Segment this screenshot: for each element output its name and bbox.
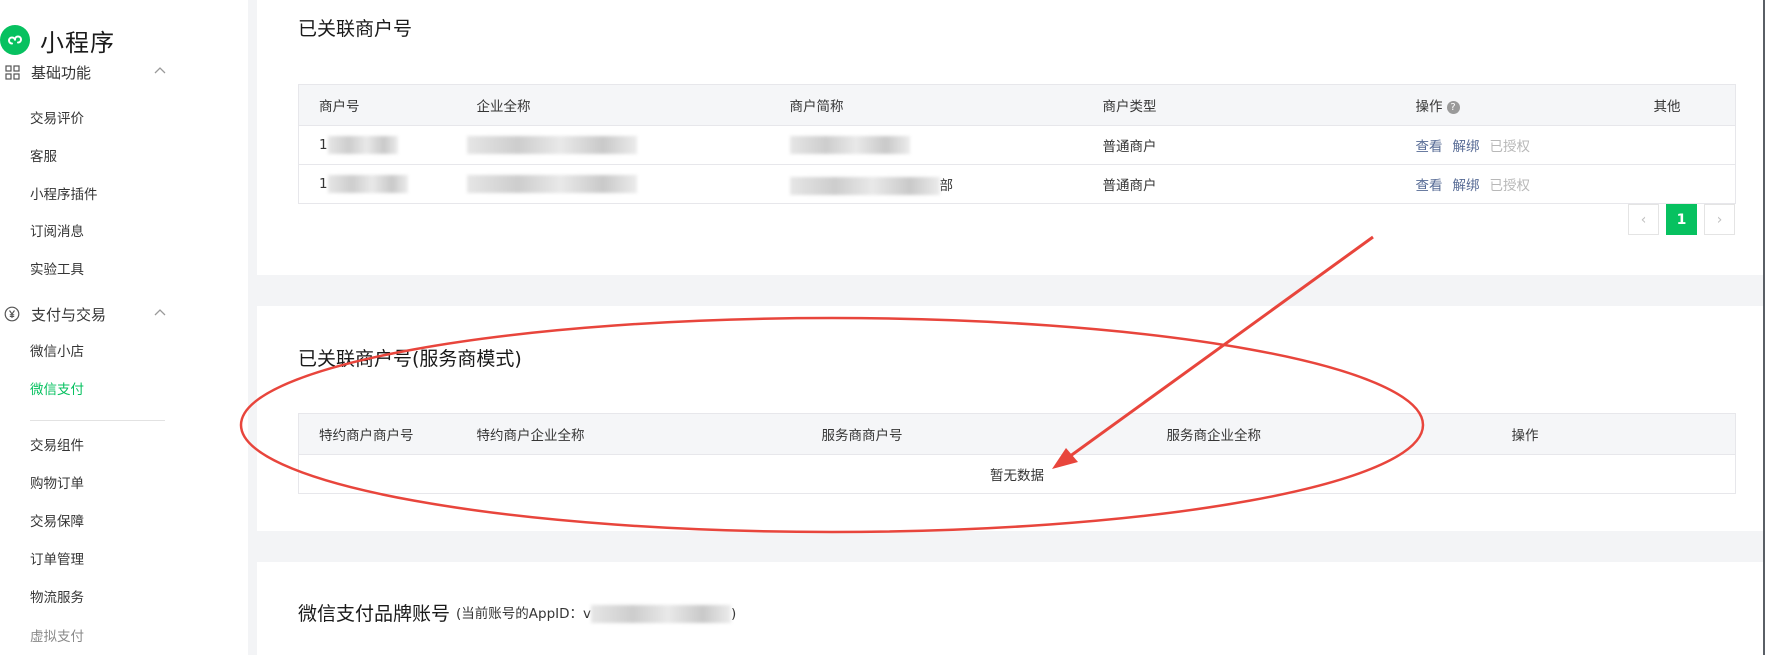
nav-group-label: 基础功能 bbox=[31, 63, 92, 82]
sidebar-item-virtual-payment[interactable]: 虚拟支付 bbox=[30, 627, 84, 647]
column-header: 企业全称 bbox=[456, 84, 770, 126]
column-header: 商户号 bbox=[298, 84, 457, 126]
prev-page-button[interactable]: ‹ bbox=[1628, 204, 1659, 235]
redacted-value bbox=[327, 175, 408, 193]
pagination: ‹ 1 › bbox=[1628, 204, 1735, 235]
appid-subtitle: (当前账号的AppID：v) bbox=[456, 602, 736, 623]
merchant-id-cell: 1 bbox=[298, 125, 457, 165]
redacted-value bbox=[466, 175, 637, 193]
sidebar-item-plugins[interactable]: 小程序插件 bbox=[30, 185, 98, 205]
nav-group-basic-functions[interactable]: 基础功能 bbox=[0, 60, 175, 84]
authorized-status: 已授权 bbox=[1489, 139, 1531, 155]
view-link[interactable]: 查看 bbox=[1416, 178, 1443, 194]
redacted-value bbox=[591, 605, 732, 623]
actions-cell: 查看 解绑 已授权 bbox=[1395, 125, 1634, 165]
app-title: 小程序 bbox=[40, 28, 115, 57]
help-icon[interactable]: ? bbox=[1446, 101, 1460, 114]
other-cell bbox=[1633, 164, 1736, 204]
sidebar-item-experiment-tools[interactable]: 实验工具 bbox=[30, 260, 84, 280]
unbind-link[interactable]: 解绑 bbox=[1453, 178, 1480, 194]
column-header: 商户简称 bbox=[769, 84, 1083, 126]
table-header-row: 特约商户商户号 特约商户企业全称 服务商商户号 服务商企业全称 操作 bbox=[298, 413, 1736, 455]
redacted-value bbox=[789, 176, 940, 195]
appid-initial: v bbox=[583, 606, 592, 622]
linked-merchants-panel: 已关联商户号 商户号 企业全称 商户简称 商户类型 操作? 其他 1 普通商户 bbox=[257, 0, 1765, 275]
nav-group-payment[interactable]: 支付与交易 bbox=[0, 302, 175, 326]
sidebar-item-wechat-store[interactable]: 微信小店 bbox=[30, 342, 84, 362]
sidebar-divider bbox=[30, 420, 165, 421]
appid-prefix: (当前账号的AppID： bbox=[456, 606, 584, 622]
view-link[interactable]: 查看 bbox=[1416, 139, 1443, 155]
page-button-current[interactable]: 1 bbox=[1666, 204, 1697, 235]
column-header: 特约商户企业全称 bbox=[456, 413, 802, 455]
company-name-cell bbox=[456, 125, 770, 165]
actions-cell: 查看 解绑 已授权 bbox=[1395, 164, 1634, 204]
service-provider-merchants-panel: 已关联商户号(服务商模式) 特约商户商户号 特约商户企业全称 服务商商户号 服务… bbox=[257, 306, 1765, 531]
grid-icon bbox=[3, 63, 21, 81]
merchant-type: 普通商户 bbox=[1082, 125, 1396, 165]
company-name-cell bbox=[456, 164, 770, 204]
column-header: 操作 bbox=[1415, 99, 1443, 115]
column-header: 服务商企业全称 bbox=[1146, 413, 1492, 455]
brand[interactable]: 小程序 bbox=[0, 22, 115, 58]
short-name: 部 bbox=[939, 177, 954, 194]
other-cell bbox=[1633, 125, 1736, 165]
section-title-brand-account: 微信支付品牌账号 (当前账号的AppID：v) bbox=[298, 599, 736, 626]
column-header: 特约商户商户号 bbox=[298, 413, 457, 455]
merchant-id-cell: 1 bbox=[298, 164, 457, 204]
authorized-status: 已授权 bbox=[1489, 178, 1531, 194]
appid-suffix: ) bbox=[731, 606, 737, 622]
yen-circle-icon bbox=[3, 305, 21, 323]
nav-group-label: 支付与交易 bbox=[31, 305, 107, 324]
redacted-value bbox=[466, 136, 637, 154]
merchant-id: 1 bbox=[319, 176, 328, 192]
redacted-value bbox=[327, 136, 398, 154]
sidebar-item-shopping-orders[interactable]: 购物订单 bbox=[30, 474, 84, 494]
column-header: 其他 bbox=[1633, 84, 1736, 126]
sidebar-item-reviews[interactable]: 交易评价 bbox=[30, 109, 84, 129]
column-header: 商户类型 bbox=[1082, 84, 1396, 126]
chevron-up-icon[interactable] bbox=[153, 64, 167, 82]
section-title-linked-merchants: 已关联商户号 bbox=[298, 18, 413, 40]
table-header-row: 商户号 企业全称 商户简称 商户类型 操作? 其他 bbox=[298, 84, 1736, 126]
column-header-actions: 操作? bbox=[1395, 84, 1634, 126]
empty-state-text: 暂无数据 bbox=[298, 454, 1736, 494]
merchant-id: 1 bbox=[319, 137, 328, 153]
sidebar-item-trade-protection[interactable]: 交易保障 bbox=[30, 512, 84, 532]
merchant-type: 普通商户 bbox=[1082, 164, 1396, 204]
mini-program-logo-icon bbox=[0, 25, 30, 55]
next-page-button[interactable]: › bbox=[1704, 204, 1735, 235]
brand-account-panel: 微信支付品牌账号 (当前账号的AppID：v) bbox=[257, 562, 1765, 655]
short-name-cell bbox=[769, 125, 1083, 165]
sidebar-item-wechat-pay[interactable]: 微信支付 bbox=[30, 380, 84, 400]
service-provider-table: 特约商户商户号 特约商户企业全称 服务商商户号 服务商企业全称 操作 暂无数据 bbox=[298, 413, 1736, 494]
empty-row: 暂无数据 bbox=[298, 454, 1736, 494]
linked-merchants-table: 商户号 企业全称 商户简称 商户类型 操作? 其他 1 普通商户 查看 解绑 已授权 bbox=[298, 84, 1736, 204]
brand-account-title: 微信支付品牌账号 bbox=[298, 603, 451, 625]
unbind-link[interactable]: 解绑 bbox=[1453, 139, 1480, 155]
sidebar: 小程序 基础功能 交易评价 客服 小程序插件 订阅消息 实验工具 支付与交易 微… bbox=[0, 0, 248, 655]
sidebar-item-logistics[interactable]: 物流服务 bbox=[30, 588, 84, 608]
sidebar-item-subscriptions[interactable]: 订阅消息 bbox=[30, 222, 84, 242]
column-header: 操作 bbox=[1491, 413, 1736, 455]
table-row: 1 部 普通商户 查看 解绑 已授权 bbox=[298, 164, 1736, 204]
redacted-value bbox=[789, 136, 910, 154]
sidebar-item-customer-service[interactable]: 客服 bbox=[30, 147, 57, 167]
chevron-up-icon[interactable] bbox=[153, 306, 167, 324]
column-header: 服务商商户号 bbox=[801, 413, 1147, 455]
sidebar-item-trade-components[interactable]: 交易组件 bbox=[30, 436, 84, 456]
table-row: 1 普通商户 查看 解绑 已授权 bbox=[298, 125, 1736, 165]
sidebar-item-order-management[interactable]: 订单管理 bbox=[30, 550, 84, 570]
section-title-service-provider: 已关联商户号(服务商模式) bbox=[298, 348, 522, 370]
short-name-cell: 部 bbox=[769, 164, 1083, 204]
